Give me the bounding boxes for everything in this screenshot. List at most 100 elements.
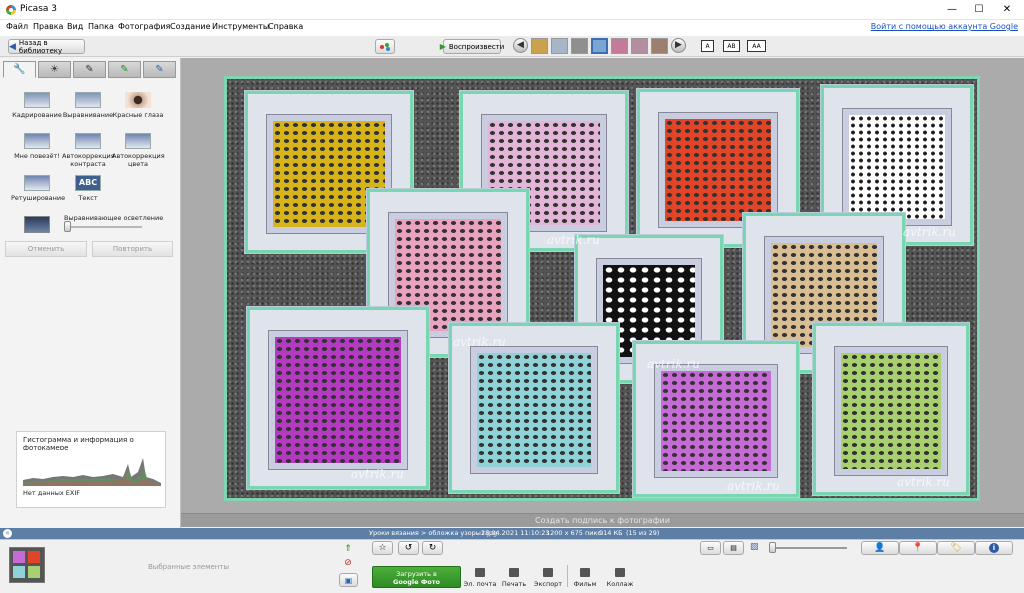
caption-size-large[interactable]: AA [747,40,766,52]
view-details-icon[interactable]: ▤ [723,541,744,555]
thumbnail-1[interactable] [531,38,548,54]
add-to-album-icon[interactable]: ▣ [339,573,358,587]
watermark-2: avtrik.ru [453,335,506,349]
upload-label-2: Google Фото [393,578,440,586]
wrench-icon: 🔧 [13,64,26,75]
fill-light-slider-thumb[interactable] [64,221,71,232]
status-dimensions: 1200 x 675 пикс. [546,529,604,537]
caption-size-small[interactable]: A [701,40,714,52]
menu-view[interactable]: Вид [67,22,83,31]
window-title: Picasa 3 [20,4,57,14]
thumbnail-current[interactable] [591,38,608,54]
maximize-button[interactable]: ☐ [967,2,991,18]
fill-light-icon [24,216,50,233]
watermark-4: avtrik.ru [903,225,956,239]
status-path: Уроки вязания > обложка узоры1.jpg [369,529,498,537]
movie-label: Фильм [573,580,597,588]
tab-effects-3[interactable]: ✎ [143,61,176,78]
menu-help[interactable]: Справка [268,22,303,31]
tab-basic-fixes[interactable]: 🔧 [3,61,36,78]
status-filesize: 914 КБ [599,529,623,537]
google-signin-link[interactable]: Войти с помощью аккаунта Google [871,22,1018,31]
menu-tools[interactable]: Инструменты [212,22,269,31]
tags-button[interactable]: 🏷 [937,541,975,555]
swatch-red [665,119,771,221]
selected-thumbnail[interactable] [9,547,45,583]
places-button[interactable]: 📍 [899,541,937,555]
tool-lucky-label: Мне повезёт! [14,152,60,160]
people-button[interactable]: 👤 [861,541,899,555]
tool-crop-label: Кадрирование [12,111,62,119]
tool-text[interactable]: ABC Текст [62,175,114,202]
back-to-library-button[interactable]: ◀ Назад в библиотеку [8,39,85,55]
brush-blue-icon: ✎ [155,64,164,75]
upload-google-photos-button[interactable]: Загрузить в Google Фото [372,566,461,588]
menu-create[interactable]: Создание [170,22,211,31]
autocontrast-icon [75,133,101,149]
star-icon[interactable]: ☆ [372,541,393,555]
print-label: Печать [501,580,527,588]
collage-button[interactable]: Коллаж [603,568,637,588]
zoom-slider-thumb[interactable] [769,542,776,553]
thumbnail-7[interactable] [651,38,668,54]
collapse-panel-icon[interactable]: « [3,529,12,538]
email-button[interactable]: Эл. почта [463,568,497,588]
rotate-left-icon[interactable]: ↺ [398,541,419,555]
email-icon [475,568,485,577]
brush-green-icon: ✎ [120,64,129,75]
export-label: Экспорт [533,580,563,588]
collage-icon [615,568,625,577]
menu-file[interactable]: Файл [6,22,28,31]
slideshow-button[interactable]: ▶ Воспроизвести [440,39,504,54]
info-icon: i [989,543,999,553]
caption-size-medium[interactable]: AB [723,40,740,52]
minimize-button[interactable]: — [940,2,964,18]
lucky-icon [24,133,50,149]
tool-redeye[interactable]: Красные глаза [112,92,164,119]
close-button[interactable]: ✕ [995,2,1019,18]
menu-folder[interactable]: Папка [88,22,114,31]
menu-edit[interactable]: Правка [33,22,63,31]
info-button[interactable]: i [975,541,1013,555]
tab-tuning[interactable]: ☀ [38,61,71,78]
autocolor-icon [125,133,151,149]
next-photo-icon[interactable]: ▶ [671,38,686,53]
tool-lucky[interactable]: Мне повезёт! [11,133,63,160]
sun-icon: ☀ [50,64,59,75]
tool-straighten-label: Выравнивание [62,111,114,119]
movie-button[interactable]: Фильм [568,568,602,588]
tab-effects-2[interactable]: ✎ [108,61,141,78]
text-icon: ABC [75,175,101,191]
tool-straighten[interactable]: Выравнивание [62,92,114,119]
tool-autocolor[interactable]: Автокоррекция цвета [112,133,165,168]
tab-effects-1[interactable]: ✎ [73,61,106,78]
tool-autocontrast[interactable]: Автокоррекция контраста [62,133,115,168]
view-single-icon[interactable]: ▭ [700,541,721,555]
menu-photo[interactable]: Фотография [118,22,170,31]
print-button[interactable]: Печать [497,568,531,588]
thumbnail-5[interactable] [611,38,628,54]
rotate-right-icon[interactable]: ↻ [422,541,443,555]
movie-icon [580,568,590,577]
caption-input[interactable]: Создать подпись к фотографии [181,516,1024,525]
back-arrow-icon: ◀ [9,41,16,52]
zoom-slider[interactable] [769,547,847,549]
thumbnail-3[interactable] [571,38,588,54]
thumbnail-6[interactable] [631,38,648,54]
swatch-frame-green [813,323,969,495]
fill-light-slider[interactable] [66,226,142,228]
main-photo[interactable]: avtrik.ru avtrik.ru avtrik.ru avtrik.ru … [224,76,980,501]
share-icon[interactable] [375,39,395,54]
print-icon [509,568,519,577]
redo-button[interactable]: Повторить [92,241,173,257]
export-button[interactable]: Экспорт [531,568,565,588]
tool-retouch[interactable]: Ретуширование [11,175,65,202]
previous-photo-icon[interactable]: ◀ [513,38,528,53]
undo-button[interactable]: Отменить [5,241,87,257]
tool-crop[interactable]: Кадрирование [11,92,63,119]
thumbnail-2[interactable] [551,38,568,54]
upload-label-1: Загрузить в [396,570,437,578]
clear-selection-icon[interactable]: ⊘ [341,558,355,570]
hold-green-icon[interactable]: ⇑ [341,544,355,556]
straighten-icon [75,92,101,108]
